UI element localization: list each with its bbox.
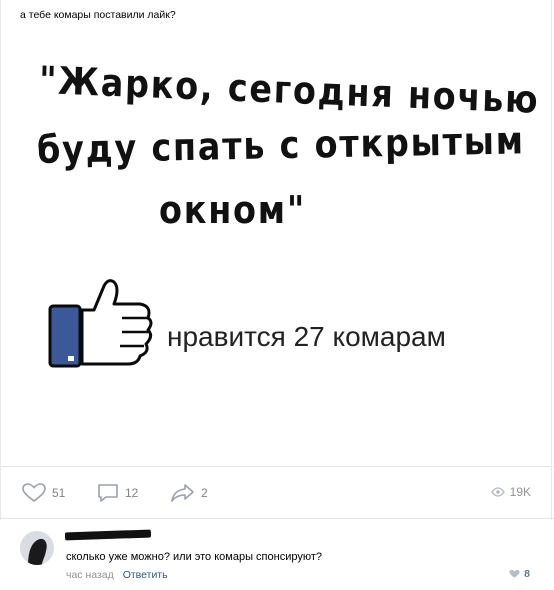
avatar[interactable] — [20, 531, 54, 565]
post-card: а тебе комары поставили лайк? "Жарко, се… — [0, 0, 553, 520]
comment-like-count: 8 — [524, 568, 530, 580]
comment-time[interactable]: час назад — [66, 569, 114, 581]
comment-meta: час назад Ответить — [66, 569, 168, 581]
like-count: 51 — [52, 486, 66, 500]
meme-image[interactable]: "Жарко, сегодня ночью буду спать с откры… — [1, 30, 553, 450]
meme-text-line-2: буду спать с открытым — [36, 118, 526, 172]
heart-icon — [22, 483, 46, 503]
share-count: 2 — [201, 486, 208, 500]
avatar-image — [20, 531, 54, 565]
post-actions-bar: 51 12 2 19K — [1, 466, 553, 519]
comment-count: 12 — [125, 486, 139, 500]
comment-button[interactable]: 12 — [97, 483, 138, 503]
views-count: 19K — [509, 485, 531, 499]
share-icon — [171, 484, 194, 502]
views-counter: 19K — [490, 485, 531, 499]
comment-like-button[interactable]: 8 — [509, 568, 530, 580]
reply-button[interactable]: Ответить — [123, 569, 168, 581]
post-text: а тебе комары поставили лайк? — [20, 9, 176, 21]
comment-icon — [98, 484, 118, 502]
comment-text: сколько уже можно? или это комары спонси… — [66, 551, 322, 563]
comment-item: сколько уже можно? или это комары спонси… — [0, 518, 554, 590]
heart-icon — [509, 569, 520, 578]
share-button[interactable]: 2 — [171, 483, 208, 503]
meme-text-line-3: окном" — [159, 188, 307, 232]
like-button[interactable]: 51 — [22, 483, 65, 503]
author-name-redacted[interactable] — [64, 529, 152, 541]
eye-icon — [490, 487, 505, 497]
meme-text-line-1: "Жарко, сегодня ночью — [38, 58, 541, 122]
meme-likes-caption: нравится 27 комарам — [167, 321, 446, 352]
thumbs-up-icon — [48, 279, 153, 368]
